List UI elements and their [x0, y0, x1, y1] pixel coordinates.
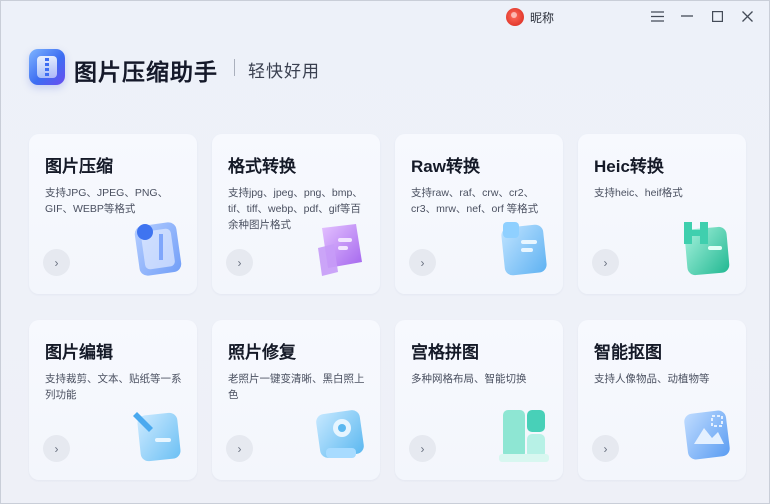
minimize-icon — [681, 15, 693, 17]
title-divider — [234, 59, 235, 76]
card-photo-repair[interactable]: 照片修复 老照片一键变清晰、黑白照上色 › — [212, 320, 380, 480]
card-format-convert[interactable]: 格式转换 支持jpg、jpeg、png、bmp、tif、tiff、webp、pd… — [212, 134, 380, 294]
card-description: 老照片一键变清晰、黑白照上色 — [228, 373, 365, 401]
card-open-button[interactable]: › — [43, 435, 70, 462]
grid-icon — [499, 410, 549, 462]
card-title: 宫格拼图 — [411, 343, 479, 362]
card-title: Raw转换 — [411, 157, 480, 176]
app-logo-icon — [29, 49, 65, 85]
app-window: 昵称 图片压缩助手 轻快好用 图片压缩 支持JPG、JPEG、PNG、GIF、W… — [0, 0, 770, 504]
heic-icon — [684, 222, 730, 276]
hamburger-icon — [650, 10, 664, 22]
close-button[interactable] — [735, 5, 759, 27]
close-icon — [741, 10, 753, 22]
app-title: 图片压缩助手 — [74, 59, 218, 85]
window-controls — [645, 5, 759, 27]
card-description: 支持裁剪、文本、贴纸等一系列功能 — [45, 373, 182, 401]
maximize-icon — [711, 10, 723, 22]
card-description: 支持raw、raf、crw、cr2、cr3、mrw、nef、orf 等格式 — [411, 187, 539, 215]
card-description: 多种网格布局、智能切换 — [411, 373, 527, 385]
card-image-edit[interactable]: 图片编辑 支持裁剪、文本、贴纸等一系列功能 › — [29, 320, 197, 480]
card-grid-collage[interactable]: 宫格拼图 多种网格布局、智能切换 › — [395, 320, 563, 480]
menu-button[interactable] — [645, 5, 669, 27]
card-open-button[interactable]: › — [226, 435, 253, 462]
card-open-button[interactable]: › — [409, 249, 436, 276]
card-open-button[interactable]: › — [409, 435, 436, 462]
card-smart-cutout[interactable]: 智能抠图 支持人像物品、动植物等 › — [578, 320, 746, 480]
card-image-compress[interactable]: 图片压缩 支持JPG、JPEG、PNG、GIF、WEBP等格式 › — [29, 134, 197, 294]
card-open-button[interactable]: › — [592, 435, 619, 462]
user-nickname[interactable]: 昵称 — [530, 9, 554, 26]
card-open-button[interactable]: › — [226, 249, 253, 276]
app-subtitle: 轻快好用 — [248, 62, 320, 81]
card-raw-convert[interactable]: Raw转换 支持raw、raf、crw、cr2、cr3、mrw、nef、orf … — [395, 134, 563, 294]
card-title: 图片编辑 — [45, 343, 113, 362]
user-profile[interactable]: 昵称 — [506, 7, 554, 27]
card-open-button[interactable]: › — [592, 249, 619, 276]
card-heic-convert[interactable]: Heic转换 支持heic、heif格式 › — [578, 134, 746, 294]
card-description: 支持heic、heif格式 — [594, 187, 683, 199]
card-title: 照片修复 — [228, 343, 296, 362]
card-title: 图片压缩 — [45, 157, 113, 176]
minimize-button[interactable] — [675, 5, 699, 27]
feature-grid: 图片压缩 支持JPG、JPEG、PNG、GIF、WEBP等格式 › 格式转换 支… — [29, 134, 747, 480]
avatar[interactable] — [506, 8, 524, 26]
edit-icon — [133, 412, 181, 462]
card-description: 支持JPG、JPEG、PNG、GIF、WEBP等格式 — [45, 187, 169, 215]
card-title: Heic转换 — [594, 157, 664, 176]
cutout-icon — [684, 410, 730, 460]
card-title: 智能抠图 — [594, 343, 662, 362]
compress-icon — [134, 222, 182, 276]
maximize-button[interactable] — [705, 5, 729, 27]
card-open-button[interactable]: › — [43, 249, 70, 276]
repair-icon — [316, 410, 364, 458]
raw-icon — [501, 222, 547, 276]
convert-icon — [318, 224, 362, 276]
card-description: 支持人像物品、动植物等 — [594, 373, 710, 385]
card-title: 格式转换 — [228, 157, 296, 176]
